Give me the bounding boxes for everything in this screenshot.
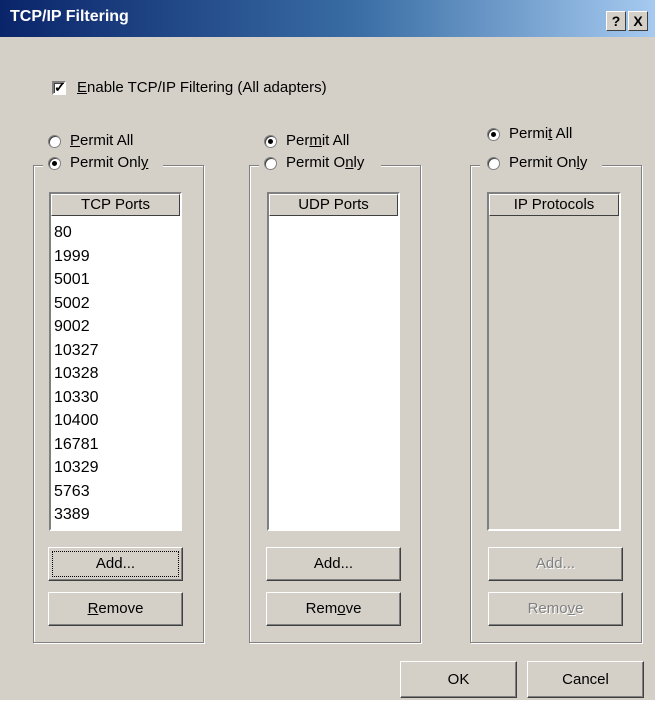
window-title: TCP/IP Filtering: [10, 8, 129, 25]
tcpip-filtering-dialog: TCP/IP Filtering ? X ✓ Enable TCP/IP Fil…: [0, 0, 655, 700]
ip-permit-only-radio[interactable]: [487, 157, 500, 170]
list-item[interactable]: 10329: [54, 456, 99, 480]
ip-permit-all-radio[interactable]: [487, 128, 500, 141]
list-item[interactable]: 5001: [54, 268, 99, 292]
udp-remove-button[interactable]: Remove: [266, 592, 401, 626]
enable-filtering-checkbox[interactable]: ✓: [52, 79, 66, 95]
list-item[interactable]: 1999: [54, 245, 99, 269]
ip-remove-button[interactable]: Remove: [488, 592, 623, 626]
list-item[interactable]: 80: [54, 221, 99, 245]
list-item[interactable]: 5002: [54, 292, 99, 316]
tcp-permit-all-radio[interactable]: [48, 135, 61, 148]
tcp-permit-only-radio[interactable]: [48, 157, 61, 170]
udp-ports-list[interactable]: UDP Ports: [267, 192, 400, 531]
ip-add-button[interactable]: Add...: [488, 547, 623, 581]
tcp-remove-button[interactable]: Remove: [48, 592, 183, 626]
tcp-ports-header[interactable]: TCP Ports: [51, 194, 180, 216]
tcp-add-button[interactable]: Add...: [48, 547, 183, 581]
ip-permit-only-label[interactable]: Permit Only: [509, 154, 587, 171]
tcp-permit-only-label[interactable]: Permit Only: [70, 154, 148, 171]
help-icon: ?: [611, 13, 621, 29]
ip-permit-all-label[interactable]: Permit All: [509, 125, 572, 142]
list-item[interactable]: 3389: [54, 503, 99, 527]
ok-button[interactable]: OK: [400, 661, 517, 698]
checkmark-icon: ✓: [54, 79, 66, 95]
ip-protocols-header[interactable]: IP Protocols: [489, 194, 619, 216]
list-item[interactable]: 16781: [54, 433, 99, 457]
list-item[interactable]: 10327: [54, 339, 99, 363]
tcp-ports-items: 80 1999 5001 5002 9002 10327 10328 10330…: [54, 221, 99, 527]
help-button[interactable]: ?: [606, 11, 626, 31]
udp-add-button[interactable]: Add...: [266, 547, 401, 581]
udp-permit-all-label[interactable]: Permit All: [286, 132, 349, 149]
tcp-ports-list[interactable]: TCP Ports 80 1999 5001 5002 9002 10327 1…: [49, 192, 182, 531]
ip-protocols-list[interactable]: IP Protocols: [487, 192, 621, 531]
cancel-button[interactable]: Cancel: [527, 661, 644, 698]
title-bar[interactable]: TCP/IP Filtering ? X: [0, 0, 655, 37]
enable-filtering-label[interactable]: Enable TCP/IP Filtering (All adapters): [77, 79, 327, 96]
udp-permit-only-radio[interactable]: [264, 157, 277, 170]
udp-permit-only-label[interactable]: Permit Only: [286, 154, 364, 171]
list-item[interactable]: 10400: [54, 409, 99, 433]
list-item[interactable]: 5763: [54, 480, 99, 504]
udp-permit-all-radio[interactable]: [264, 135, 277, 148]
close-button[interactable]: X: [628, 11, 648, 31]
list-item[interactable]: 10330: [54, 386, 99, 410]
tcp-permit-all-label[interactable]: Permit All: [70, 132, 133, 149]
list-item[interactable]: 9002: [54, 315, 99, 339]
close-icon: X: [633, 13, 643, 29]
list-item[interactable]: 10328: [54, 362, 99, 386]
udp-ports-header[interactable]: UDP Ports: [269, 194, 398, 216]
